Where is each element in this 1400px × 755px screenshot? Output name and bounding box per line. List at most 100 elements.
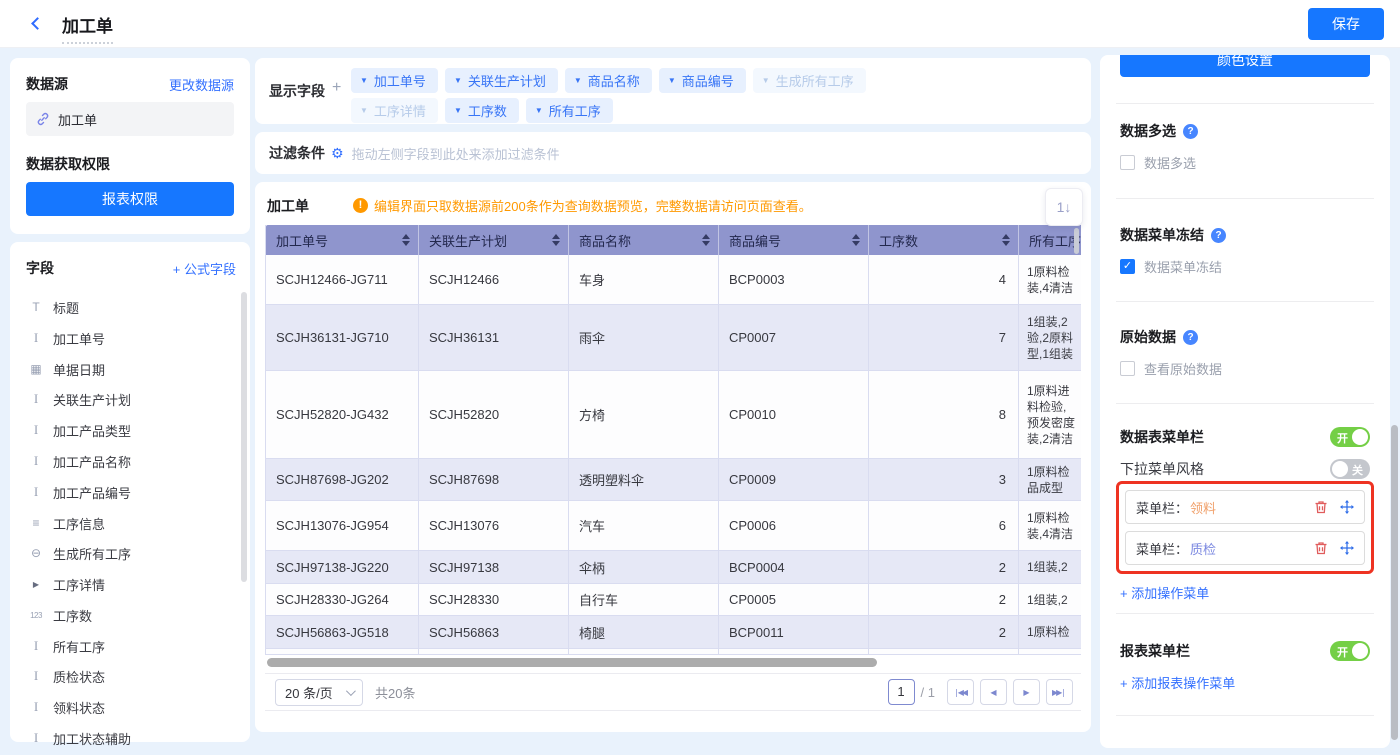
checkbox[interactable] — [1120, 361, 1135, 376]
field-item[interactable]: T标题 — [22, 296, 232, 318]
color-settings-button[interactable]: 颜色设置 — [1120, 55, 1370, 77]
field-item[interactable]: I加工单号 — [22, 327, 232, 349]
question-circle-icon[interactable]: ? — [1211, 228, 1226, 243]
menu-item-row[interactable]: 菜单栏： 质检 — [1125, 531, 1365, 565]
field-chip[interactable]: ▼工序数 — [445, 98, 519, 123]
field-item[interactable]: ⊖生成所有工序 — [22, 542, 232, 564]
field-item[interactable]: ▦单据日期 — [22, 358, 232, 380]
table-row: SCJH28330-JG264SCJH28330自行车CP000521组装,2 — [266, 584, 1081, 616]
dropdown-style-title: 下拉菜单风格 — [1120, 459, 1204, 479]
first-page-button[interactable]: ❘◀◀ — [947, 679, 974, 705]
settings-panel: 颜色设置 数据多选? 数据多选 数据菜单冻结? ✓数据菜单冻结 原始数据? 查看… — [1100, 55, 1390, 748]
field-item[interactable]: I关联生产计划 — [22, 388, 232, 410]
toggle-knob — [1352, 643, 1368, 659]
field-item[interactable]: I加工状态辅助 — [22, 727, 232, 749]
trash-icon[interactable] — [1314, 541, 1328, 555]
table-row-partial — [266, 649, 1081, 655]
field-chip[interactable]: ▼加工单号 — [351, 68, 438, 93]
checkbox[interactable] — [1120, 155, 1135, 170]
sort-icon[interactable] — [702, 234, 710, 246]
text-icon: I — [28, 422, 44, 438]
chevron-down-icon: ▼ — [360, 106, 368, 115]
gear-icon[interactable]: ⚙ — [331, 145, 344, 162]
column-header[interactable]: 加工单号 — [266, 225, 419, 255]
page-title[interactable]: 加工单 — [62, 12, 113, 44]
field-item[interactable]: I领料状态 — [22, 696, 232, 718]
field-item[interactable]: I加工产品类型 — [22, 419, 232, 441]
dropdown-style-row: 下拉菜单风格 关 — [1120, 459, 1370, 479]
column-header[interactable]: 商品编号 — [719, 225, 869, 255]
report-menu-toggle[interactable]: 开 — [1330, 641, 1370, 661]
table-horizontal-scrollbar[interactable] — [267, 658, 877, 667]
page-total: / 1 — [921, 685, 935, 700]
question-circle-icon[interactable]: ? — [1183, 330, 1198, 345]
sort-order-icon[interactable]: 1↓ — [1045, 188, 1083, 226]
sort-icon[interactable] — [1002, 234, 1010, 246]
field-item[interactable]: I加工产品编号 — [22, 481, 232, 503]
page-size-select[interactable]: 20 条/页 — [275, 679, 363, 706]
chevron-down-icon: ▼ — [535, 106, 543, 115]
table-vertical-scrollbar[interactable] — [1074, 228, 1079, 254]
table-menu-bar-title: 数据表菜单栏 — [1120, 427, 1204, 447]
menu-freeze-title: 数据菜单冻结 — [1120, 225, 1204, 245]
text-icon: I — [28, 391, 44, 407]
field-item[interactable]: ▶工序详情 — [22, 573, 232, 595]
field-item[interactable]: I质检状态 — [22, 665, 232, 687]
page-scrollbar[interactable] — [1391, 425, 1398, 740]
table-panel: 加工单 ! 编辑界面只取数据源前200条作为查询数据预览，完整数据请访问页面查看… — [255, 182, 1091, 732]
filter-label: 过滤条件 — [269, 143, 325, 163]
add-report-action-menu-link[interactable]: + 添加报表操作菜单 — [1120, 673, 1235, 692]
move-icon[interactable] — [1340, 500, 1354, 514]
toggle-knob — [1332, 461, 1348, 477]
fields-scrollbar[interactable] — [241, 292, 247, 582]
datasource-title: 数据源 — [26, 74, 68, 94]
field-item[interactable]: I所有工序 — [22, 635, 232, 657]
column-header[interactable]: 工序数 — [869, 225, 1019, 255]
chevron-down-icon — [346, 686, 356, 696]
page-number-input[interactable]: 1 — [888, 679, 915, 705]
question-circle-icon[interactable]: ? — [1183, 124, 1198, 139]
add-display-field-button[interactable]: + — [332, 79, 341, 97]
dropdown-style-toggle[interactable]: 关 — [1330, 459, 1370, 479]
fields-panel: 字段 + 公式字段 T标题 I加工单号 ▦单据日期 I关联生产计划 I加工产品类… — [10, 242, 250, 742]
raw-data-checkbox-row[interactable]: 查看原始数据 — [1120, 359, 1222, 378]
field-item[interactable]: I加工产品名称 — [22, 450, 232, 472]
add-action-menu-link[interactable]: + 添加操作菜单 — [1120, 583, 1209, 602]
sort-icon[interactable] — [552, 234, 560, 246]
checkbox[interactable]: ✓ — [1120, 259, 1135, 274]
report-permission-button[interactable]: 报表权限 — [26, 182, 234, 216]
multi-select-checkbox-row[interactable]: 数据多选 — [1120, 153, 1196, 172]
datasource-item[interactable]: 加工单 — [26, 102, 234, 136]
save-button[interactable]: 保存 — [1308, 8, 1384, 40]
sort-icon[interactable] — [852, 234, 860, 246]
add-formula-field-link[interactable]: + 公式字段 — [173, 259, 236, 278]
table-menu-toggle[interactable]: 开 — [1330, 427, 1370, 447]
move-icon[interactable] — [1340, 541, 1354, 555]
trash-icon[interactable] — [1314, 500, 1328, 514]
next-page-button[interactable]: ▶ — [1013, 679, 1040, 705]
field-item[interactable]: 123工序数 — [22, 604, 232, 626]
field-item[interactable]: ≡工序信息 — [22, 512, 232, 534]
status-icon: ⊖ — [28, 546, 44, 560]
text-icon: I — [28, 699, 44, 715]
table-row: SCJH56863-JG518SCJH56863椅腿BCP001121原料检 — [266, 616, 1081, 649]
field-chip[interactable]: ▼商品编号 — [659, 68, 746, 93]
raw-data-title: 原始数据 — [1120, 327, 1176, 347]
column-header[interactable]: 商品名称 — [569, 225, 719, 255]
expand-icon[interactable]: ▶ — [28, 580, 44, 589]
report-menu-bar-title: 报表菜单栏 — [1120, 641, 1190, 661]
field-chip[interactable]: ▼所有工序 — [526, 98, 613, 123]
last-page-button[interactable]: ▶▶❘ — [1046, 679, 1073, 705]
field-chip[interactable]: ▼商品名称 — [565, 68, 652, 93]
sort-icon[interactable] — [402, 234, 410, 246]
menu-item-row[interactable]: 菜单栏： 领料 — [1125, 490, 1365, 524]
filter-panel[interactable]: 过滤条件 ⚙ 拖动左侧字段到此处来添加过滤条件 — [255, 132, 1091, 174]
prev-page-button[interactable]: ◀ — [980, 679, 1007, 705]
field-chip[interactable]: ▼关联生产计划 — [445, 68, 558, 93]
column-header[interactable]: 所有工序 — [1019, 225, 1081, 255]
change-datasource-link[interactable]: 更改数据源 — [169, 75, 234, 94]
menu-freeze-checkbox-row[interactable]: ✓数据菜单冻结 — [1120, 257, 1222, 276]
column-header[interactable]: 关联生产计划 — [419, 225, 569, 255]
back-button[interactable] — [30, 17, 44, 31]
table-row: SCJH13076-JG954SCJH13076汽车CP000661原料检 装,… — [266, 501, 1081, 551]
